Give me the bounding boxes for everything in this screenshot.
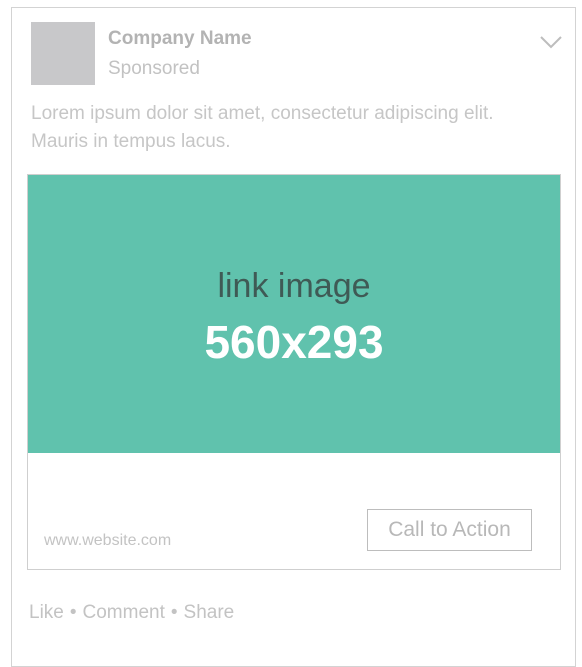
action-separator: • (69, 602, 77, 623)
chevron-down-icon[interactable] (539, 34, 563, 50)
link-image[interactable]: link image 560x293 (28, 175, 560, 453)
link-image-size: 560x293 (204, 316, 384, 368)
link-preview-card[interactable]: link image 560x293 www.website.com Call … (27, 174, 561, 570)
company-name[interactable]: Company Name (108, 28, 252, 50)
link-image-label: link image (217, 267, 371, 305)
comment-link[interactable]: Comment (83, 602, 165, 623)
company-avatar[interactable] (31, 22, 95, 85)
post-caption: Lorem ipsum dolor sit amet, consectetur … (31, 103, 494, 152)
share-link[interactable]: Share (184, 602, 235, 623)
website-url[interactable]: www.website.com (44, 532, 171, 550)
call-to-action-button[interactable]: Call to Action (367, 509, 532, 551)
post-actions: Like • Comment • Share (29, 602, 234, 624)
like-link[interactable]: Like (29, 602, 64, 623)
action-separator: • (170, 602, 178, 623)
sponsored-label: Sponsored (108, 58, 200, 79)
sponsored-post: Company Name Sponsored Lorem ipsum dolor… (11, 7, 576, 667)
